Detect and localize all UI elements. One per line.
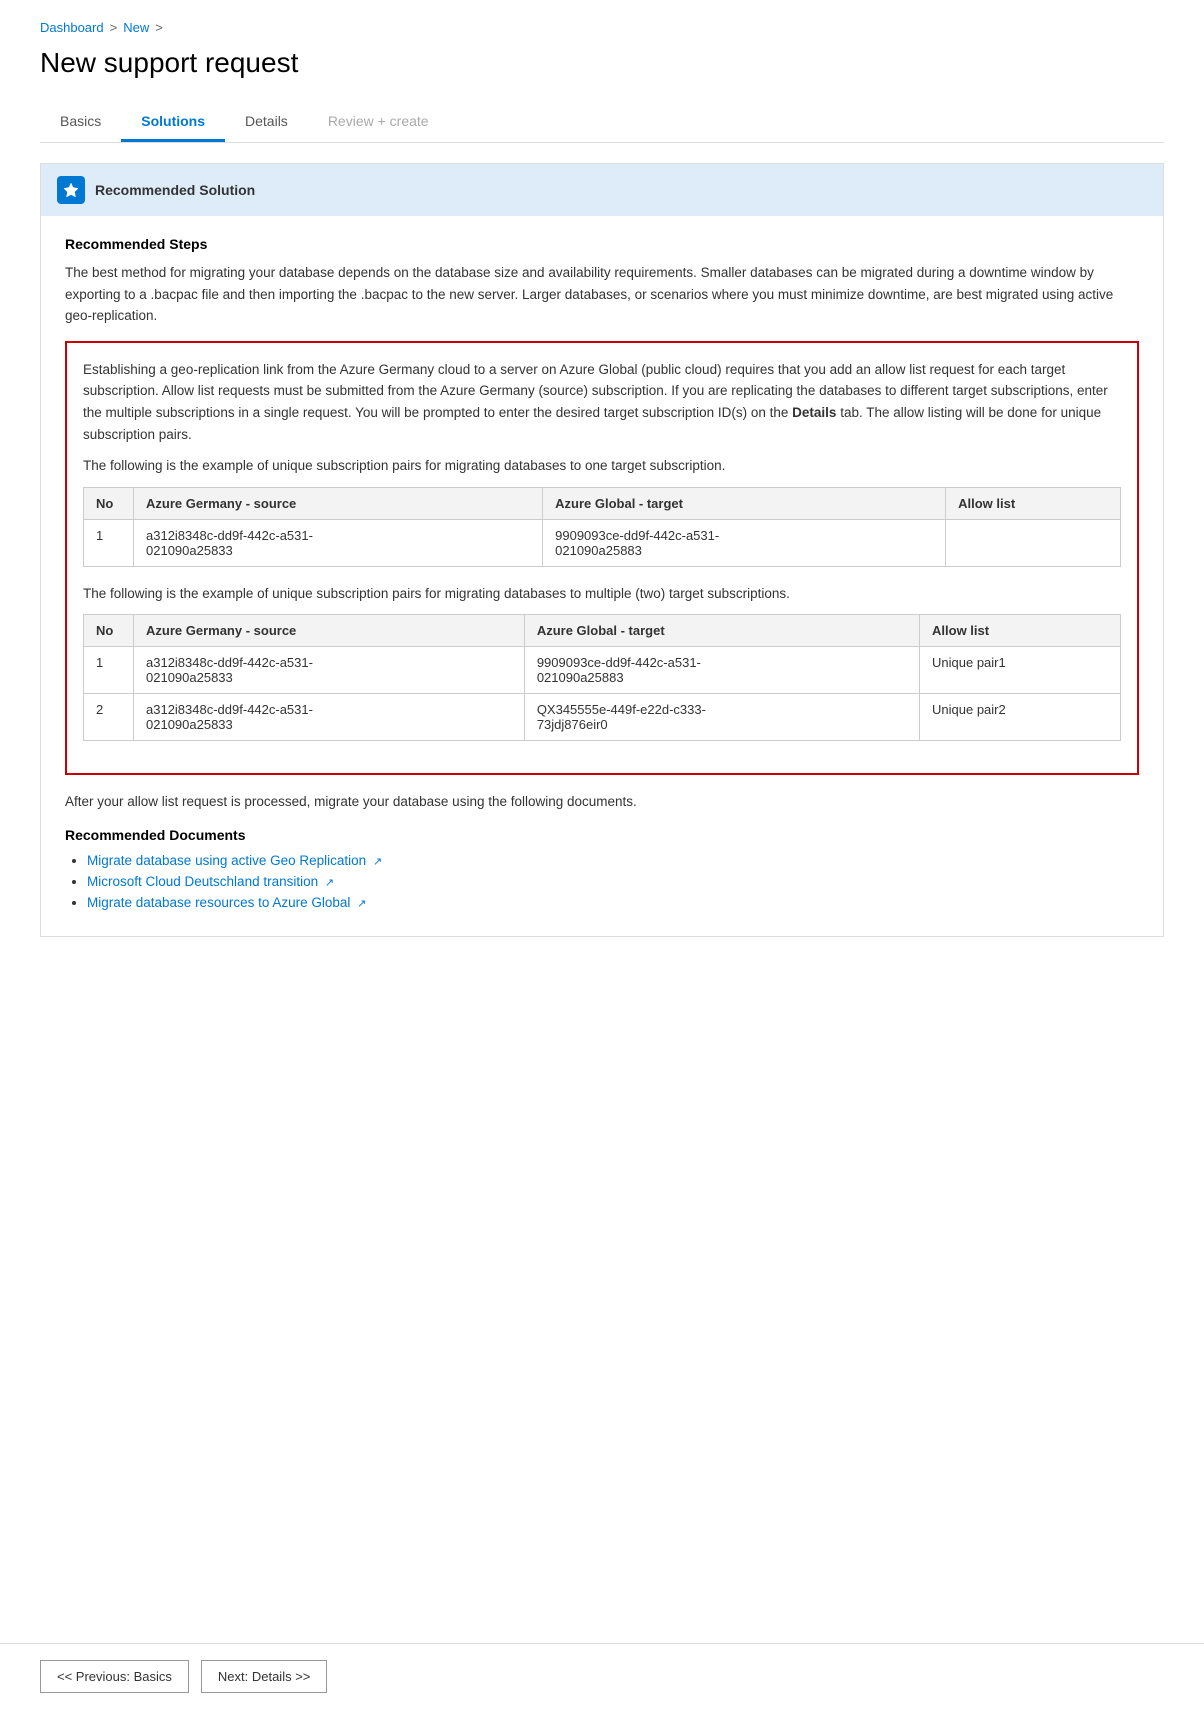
table1: No Azure Germany - source Azure Global -… [83,487,1121,567]
tab-basics[interactable]: Basics [40,103,121,142]
table1-row1-no: 1 [84,519,134,566]
external-link-icon-2: ↗ [325,876,334,889]
breadcrumb-sep1: > [110,20,118,35]
table2-row2-allow: Unique pair2 [920,694,1121,741]
breadcrumb-new[interactable]: New [123,20,149,35]
table2-row1-allow: Unique pair1 [920,647,1121,694]
table1-header-no: No [84,487,134,519]
table-row: 1 a312i8348c-dd9f-442c-a531-021090a25833… [84,519,1121,566]
recommended-steps-title: Recommended Steps [65,236,1139,252]
tab-review-create[interactable]: Review + create [308,103,449,142]
details-bold: Details [792,405,836,420]
rec-solution-title: Recommended Solution [95,182,255,198]
table-row: 2 a312i8348c-dd9f-442c-a531-021090a25833… [84,694,1121,741]
list-item: Microsoft Cloud Deutschland transition ↗ [87,874,1139,889]
doc-link-1[interactable]: Migrate database using active Geo Replic… [87,853,382,868]
content-body: Recommended Steps The best method for mi… [41,216,1163,936]
after-text: After your allow list request is process… [65,791,1139,813]
table2-header-source: Azure Germany - source [134,615,525,647]
table2-row2-target: QX345555e-449f-e22d-c333-73jdj876eir0 [524,694,919,741]
recommended-docs-title: Recommended Documents [65,827,1139,843]
table2-row2-source: a312i8348c-dd9f-442c-a531-021090a25833 [134,694,525,741]
table1-caption: The following is the example of unique s… [83,455,1121,477]
table1-row1-target: 9909093ce-dd9f-442c-a531-021090a25883 [543,519,946,566]
solution-icon [57,176,85,204]
breadcrumb: Dashboard > New > [40,20,1164,35]
breadcrumb-dashboard[interactable]: Dashboard [40,20,104,35]
table2-row1-no: 1 [84,647,134,694]
table2-row1-source: a312i8348c-dd9f-442c-a531-021090a25833 [134,647,525,694]
table2-header-no: No [84,615,134,647]
docs-list: Migrate database using active Geo Replic… [65,853,1139,910]
table2-caption: The following is the example of unique s… [83,583,1121,605]
table1-row1-allow [946,519,1121,566]
table2-header-allow: Allow list [920,615,1121,647]
tab-solutions[interactable]: Solutions [121,103,225,142]
footer-nav: << Previous: Basics Next: Details >> [0,1643,1204,1709]
table2-row2-no: 2 [84,694,134,741]
breadcrumb-sep2: > [155,20,163,35]
external-link-icon-3: ↗ [357,897,366,910]
table1-header-target: Azure Global - target [543,487,946,519]
table1-row1-source: a312i8348c-dd9f-442c-a531-021090a25833 [134,519,543,566]
doc-link-3[interactable]: Migrate database resources to Azure Glob… [87,895,366,910]
table1-header-source: Azure Germany - source [134,487,543,519]
table2-header-target: Azure Global - target [524,615,919,647]
red-box-section: Establishing a geo-replication link from… [65,341,1139,776]
tabs-bar: Basics Solutions Details Review + create [40,103,1164,143]
next-button[interactable]: Next: Details >> [201,1660,328,1693]
list-item: Migrate database resources to Azure Glob… [87,895,1139,910]
table2: No Azure Germany - source Azure Global -… [83,614,1121,741]
intro-text: The best method for migrating your datab… [65,262,1139,327]
table-row: 1 a312i8348c-dd9f-442c-a531-021090a25833… [84,647,1121,694]
external-link-icon-1: ↗ [373,855,382,868]
table2-row1-target: 9909093ce-dd9f-442c-a531-021090a25883 [524,647,919,694]
doc-link-2[interactable]: Microsoft Cloud Deutschland transition ↗ [87,874,334,889]
recommended-solution-header: Recommended Solution [41,164,1163,216]
list-item: Migrate database using active Geo Replic… [87,853,1139,868]
tab-details[interactable]: Details [225,103,308,142]
content-card: Recommended Solution Recommended Steps T… [40,163,1164,937]
table1-header-allow: Allow list [946,487,1121,519]
red-box-para1: Establishing a geo-replication link from… [83,359,1121,445]
prev-button[interactable]: << Previous: Basics [40,1660,189,1693]
page-title: New support request [40,47,1164,79]
